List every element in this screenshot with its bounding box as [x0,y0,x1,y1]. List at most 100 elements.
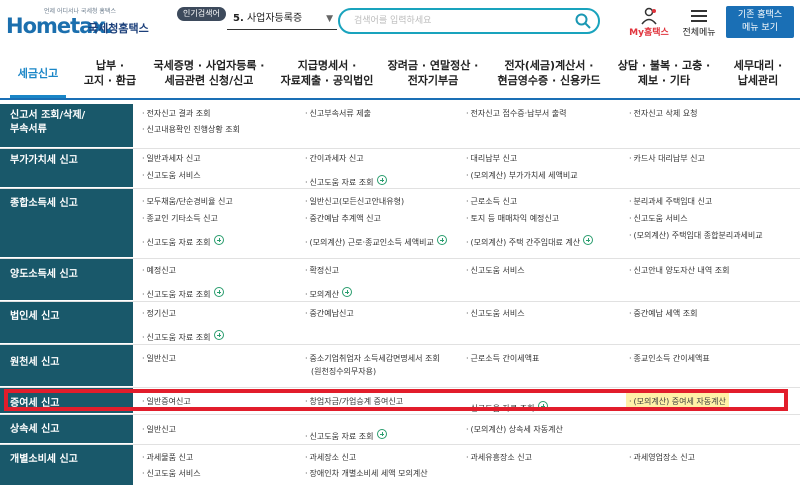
menu-link[interactable]: 토지 등 매매차익 예정신고 [466,213,560,225]
menu-link[interactable]: 확정신고 [305,265,339,277]
menu-link[interactable]: 신고도움 서비스 [629,213,688,225]
nav-label: 현금영수증 · 신용카드 [497,74,601,87]
menu-row-inheritance-tax: 상속세 신고 일반신고 신고도움 자료 조회 (모의계산) 상속세 자동계산 [0,415,800,445]
menu-link[interactable]: 일반신고 [142,424,176,436]
menu-link[interactable]: 과세물품 신고 [142,452,194,464]
nav-item-statements[interactable]: 지급명세서 · 자료제출 · 공익법인 [274,48,380,98]
row-head: 부가가치세 신고 [0,149,133,188]
menu-link[interactable]: 과세영업장소 신고 [629,452,695,464]
nav-label: 자료제출 · 공익법인 [280,74,374,87]
menu-row-vat: 부가가치세 신고 일반과세자 신고 간이과세자 신고 대리납부 신고 카드사 대… [0,149,800,189]
popular-search-item[interactable]: 5. 사업자등록증 ▼ [227,8,337,30]
menu-link[interactable]: 신고도움 자료 조회 [305,178,374,187]
menu-link[interactable]: 중간예납 세액 조회 [629,308,698,320]
menu-link[interactable]: 신고부속서류 제출 [305,108,371,120]
plus-circle-icon[interactable] [213,329,224,340]
menu-link[interactable]: 정기신고 [142,308,176,320]
menu-link-wrap[interactable]: (모의계산) 주택 간주임대료 계산 [466,230,594,247]
user-icon [641,7,657,25]
menu-link[interactable]: 장애인차 개별소비세 세액 모의계산 [305,468,428,480]
chevron-down-icon[interactable]: ▼ [326,8,333,30]
menu-link[interactable]: 종교인 기타소득 신고 [142,213,218,225]
nav-label: 납부 · [95,59,125,72]
menu-link[interactable]: 근로소득 신고 [466,196,518,208]
menu-row-excise-tax: 개별소비세 신고 과세물품 신고 과세장소 신고 과세유흥장소 신고 과세영업장… [0,445,800,486]
menu-link-sub[interactable]: (원천징수의무자용) [311,366,376,378]
plus-circle-icon[interactable] [213,286,224,297]
menu-link[interactable]: 신고도움 서비스 [466,308,525,320]
plus-circle-icon[interactable] [213,234,224,245]
menu-link[interactable]: 예정신고 [142,265,176,277]
menu-link-wrap[interactable]: 신고도움 자료 조회 [142,325,224,342]
menu-link[interactable]: 전자신고 결과 조회 [142,108,211,120]
menu-link[interactable]: 신고도움 자료 조회 [305,432,374,441]
plus-circle-icon[interactable] [583,234,594,245]
menu-link[interactable]: (모의계산) 근로·종교인소득 세액비교 [305,238,434,247]
menu-link[interactable]: 모의계산 [305,290,339,299]
nav-item-consultation[interactable]: 상담 · 불복 · 고충 · 제보 · 기타 [612,48,716,98]
menu-link-wrap[interactable]: (모의계산) 근로·종교인소득 세액비교 [305,230,447,247]
menu-link[interactable]: 간이과세자 신고 [305,153,364,165]
row-head: 개별소비세 신고 [0,445,133,486]
menu-link[interactable]: 신고도움 자료 조회 [142,290,211,299]
nav-item-incentives[interactable]: 장려금 · 연말정산 · 전자기부금 [380,48,486,98]
menu-link[interactable]: (모의계산) 주택 간주임대료 계산 [466,238,580,247]
menu-link-wrap[interactable]: 신고도움 자료 조회 [305,170,387,187]
row-head-line: 종합소득세 신고 [10,198,78,209]
menu-link[interactable]: 전자신고 삭제 요청 [629,108,698,120]
menu-link[interactable]: 과세장소 신고 [305,452,357,464]
menu-link[interactable]: 대리납부 신고 [466,153,518,165]
nav-item-tax-agent[interactable]: 세무대리 · 납세관리 [716,48,800,98]
menu-row-withholding-tax: 원천세 신고 일반신고 중소기업취업자 소득세감면명세서 조회 (원천징수의무자… [0,345,800,388]
nav-item-payment[interactable]: 납부 · 고지 · 환급 [76,48,144,98]
menu-link[interactable]: 신고도움 서비스 [142,468,201,480]
menu-link[interactable]: 중간예납신고 [305,308,354,320]
all-menu-button[interactable]: 전체메뉴 [676,6,722,40]
menu-link[interactable]: 전자신고 접수증·납부서 출력 [466,108,567,120]
menu-link[interactable]: 일반신고(모든신고안내유형) [305,196,405,208]
row-head: 양도소득세 신고 [0,259,133,301]
menu-link[interactable]: 신고도움 자료 조회 [142,333,211,342]
menu-link[interactable]: 신고안내 양도자산 내역 조회 [629,265,730,277]
menu-link-wrap[interactable]: 신고도움 자료 조회 [142,282,224,299]
nav-item-certificates[interactable]: 국세증명 · 사업자등록 · 세금관련 신청/신고 [144,48,274,98]
row-head-line: 양도소득세 신고 [10,269,78,280]
menu-link[interactable]: 신고도움 서비스 [466,265,525,277]
row-head-line: 개별소비세 신고 [10,454,78,465]
hometax-logo[interactable]: 언제 어디서나 국세청 홈택스 Hometax. 국세청홈택스 [6,6,149,42]
menu-link[interactable]: (모의계산) 주택임대 종합분리과세비교 [629,230,763,242]
menu-link[interactable]: 신고도움 서비스 [142,170,201,182]
active-underline [10,95,66,98]
menu-link[interactable]: 근로소득 간이세액표 [466,353,540,365]
menu-link[interactable]: (모의계산) 부가가치세 세액비교 [466,170,578,182]
menu-link[interactable]: 종교인소득 간이세액표 [629,353,710,365]
menu-row-income-tax: 종합소득세 신고 모두채움/단순경비율 신고 일반신고(모든신고안내유형) 근로… [0,189,800,259]
plus-circle-icon[interactable] [376,174,387,185]
menu-link-wrap[interactable]: 신고도움 자료 조회 [142,230,224,247]
menu-link[interactable]: 신고내용확인 진행상황 조회 [142,124,240,136]
menu-link[interactable]: 일반과세자 신고 [142,153,201,165]
menu-link-wrap[interactable]: 모의계산 [305,282,352,299]
classic-menu-button[interactable]: 기존 홈택스 메뉴 보기 [726,6,794,38]
all-menu-label: 전체메뉴 [682,28,716,38]
my-hometax-button[interactable]: My홈택스 [626,6,672,40]
menu-link[interactable]: 카드사 대리납부 신고 [629,153,705,165]
classic-line1: 기존 홈택스 [737,10,783,20]
plus-circle-icon[interactable] [376,428,387,439]
menu-link[interactable]: 일반신고 [142,353,176,365]
search-icon[interactable] [574,12,592,30]
menu-link[interactable]: 중소기업취업자 소득세감면명세서 조회 [305,353,440,365]
menu-link[interactable]: 분리과세 주택임대 신고 [629,196,713,208]
nav-item-e-invoice[interactable]: 전자(세금)계산서 · 현금영수증 · 신용카드 [486,48,612,98]
search-input[interactable] [354,12,568,30]
plus-circle-icon[interactable] [342,286,352,297]
menu-link[interactable]: 신고도움 자료 조회 [142,238,211,247]
nav-item-tax-filing[interactable]: 세금신고 [0,48,76,98]
menu-link[interactable]: (모의계산) 상속세 자동계산 [466,424,563,436]
plus-circle-icon[interactable] [436,234,447,245]
menu-link-wrap[interactable]: 신고도움 자료 조회 [305,424,387,441]
menu-link[interactable]: 중간예납 추계액 신고 [305,213,381,225]
menu-link[interactable]: 과세유흥장소 신고 [466,452,532,464]
menu-link[interactable]: 모두채움/단순경비율 신고 [142,196,233,208]
nav-label: 지급명세서 · [297,59,357,72]
